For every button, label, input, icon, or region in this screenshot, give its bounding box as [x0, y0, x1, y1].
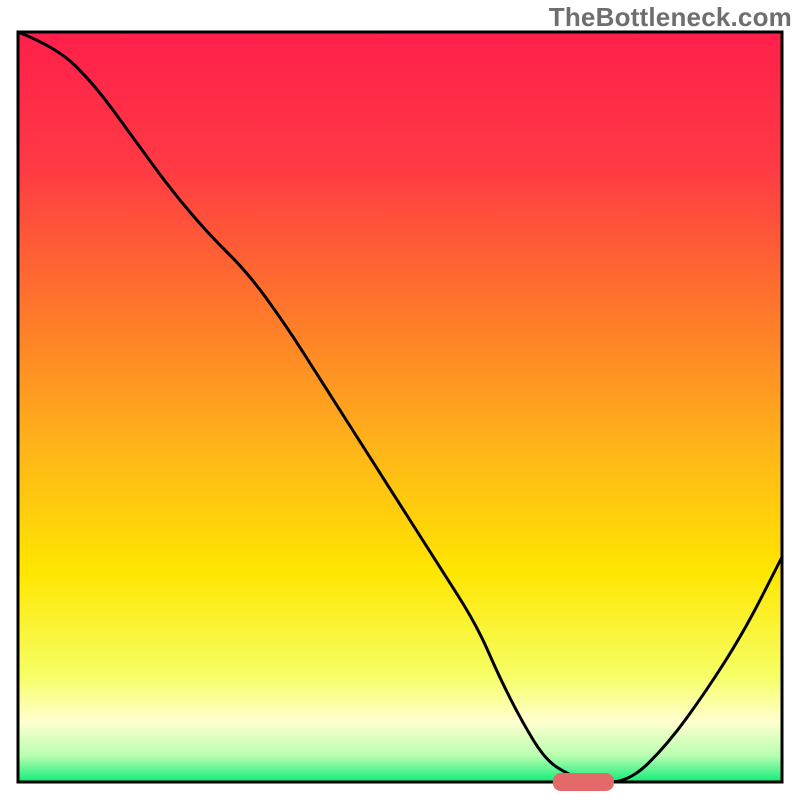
optimal-marker [553, 773, 614, 791]
plot-background [18, 32, 782, 782]
chart-container: TheBottleneck.com [0, 0, 800, 800]
bottleneck-chart [0, 0, 800, 800]
